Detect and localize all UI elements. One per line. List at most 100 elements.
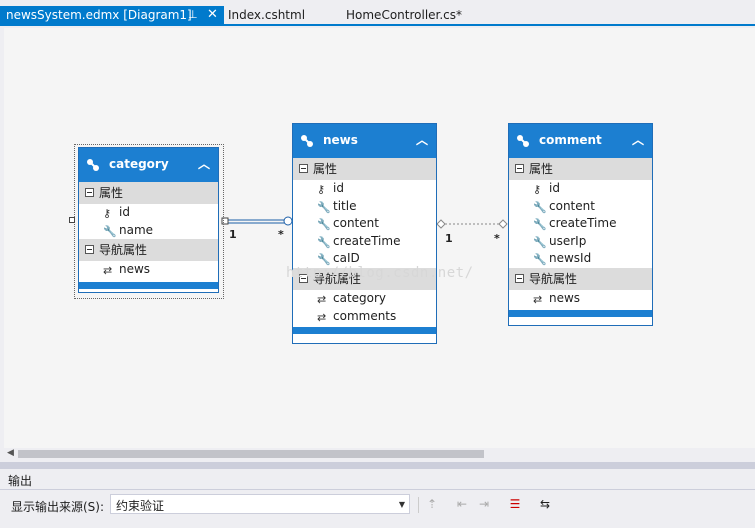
chevron-up-icon[interactable]: ︿ bbox=[632, 131, 644, 148]
scrollbar-thumb[interactable] bbox=[18, 450, 484, 458]
tab-newsSystem-edmx[interactable]: newsSystem.edmx [Diagram1] ⊥ ✕ bbox=[0, 6, 224, 24]
properties-section-header[interactable]: 属性 bbox=[79, 182, 218, 204]
output-source-select[interactable]: 约束验证 ▼ bbox=[110, 494, 410, 514]
section-label: 属性 bbox=[529, 162, 554, 176]
entity-footer bbox=[509, 309, 652, 317]
multiplicity-label: 1 bbox=[445, 232, 453, 245]
watermark: http://blog.csdn.net/ bbox=[286, 265, 474, 281]
wrench-icon: 🔧 bbox=[533, 253, 547, 267]
resize-handle[interactable] bbox=[69, 217, 75, 223]
diagram-canvas[interactable]: 1 * 1 * category ︿ 属性 ⚷ id 🔧 name 导航属性 ⇄ ne… bbox=[4, 28, 755, 460]
property-label: caID bbox=[333, 251, 360, 266]
find-message-icon[interactable]: ⇡ bbox=[424, 496, 440, 512]
tab-label: HomeController.cs* bbox=[346, 8, 463, 22]
wrench-icon: 🔧 bbox=[533, 200, 547, 214]
close-icon[interactable]: ✕ bbox=[207, 6, 218, 24]
scroll-left-icon[interactable]: ◀ bbox=[7, 448, 14, 458]
tab-underline bbox=[0, 24, 755, 26]
association-end-handle[interactable] bbox=[283, 216, 293, 226]
collapse-toggle-icon[interactable] bbox=[515, 164, 524, 173]
clear-all-icon[interactable]: ☰ bbox=[507, 496, 523, 512]
property-userIp[interactable]: 🔧 userIp bbox=[509, 233, 652, 251]
section-label: 属性 bbox=[313, 162, 338, 176]
navigation-property-icon: ⇄ bbox=[317, 292, 327, 306]
entity-category[interactable]: category ︿ 属性 ⚷ id 🔧 name 导航属性 ⇄ news bbox=[78, 147, 219, 293]
property-newsId[interactable]: 🔧 newsId bbox=[509, 250, 652, 268]
chevron-down-icon[interactable]: ▼ bbox=[399, 500, 405, 509]
toolbar-separator bbox=[418, 497, 419, 513]
entity-title: news bbox=[323, 133, 358, 147]
previous-message-icon[interactable]: ⇤ bbox=[454, 496, 470, 512]
property-createTime[interactable]: 🔧 createTime bbox=[293, 233, 436, 251]
entity-header[interactable]: comment ︿ bbox=[509, 124, 652, 158]
property-label: content bbox=[549, 198, 595, 213]
multiplicity-label: * bbox=[278, 228, 284, 241]
entity-title: comment bbox=[539, 133, 602, 147]
association-diamond-end bbox=[498, 219, 508, 229]
property-label: comments bbox=[333, 308, 397, 323]
property-label: userIp bbox=[549, 233, 587, 248]
section-label: 导航属性 bbox=[529, 271, 578, 286]
navigation-property-icon: ⇄ bbox=[533, 292, 543, 306]
property-name[interactable]: 🔧 name bbox=[79, 222, 218, 240]
document-tab-strip: newsSystem.edmx [Diagram1] ⊥ ✕ Index.csh… bbox=[0, 0, 755, 26]
wrench-icon: 🔧 bbox=[533, 218, 547, 232]
tab-label: newsSystem.edmx [Diagram1] bbox=[6, 8, 192, 22]
output-panel-title: 输出 bbox=[8, 474, 33, 488]
association-diamond-start bbox=[436, 219, 446, 229]
navigation-section-header[interactable]: 导航属性 bbox=[79, 239, 218, 262]
panel-splitter[interactable] bbox=[0, 462, 755, 469]
chevron-up-icon[interactable]: ︿ bbox=[198, 155, 210, 172]
pin-icon[interactable]: ⊥ bbox=[188, 6, 198, 24]
entity-header[interactable]: news ︿ bbox=[293, 124, 436, 158]
section-label: 属性 bbox=[99, 186, 124, 200]
entity-footer bbox=[79, 281, 218, 289]
wrench-icon: 🔧 bbox=[533, 235, 547, 249]
navigation-property-icon: ⇄ bbox=[317, 310, 327, 324]
nav-property-comments[interactable]: ⇄ comments bbox=[293, 308, 436, 326]
property-createTime[interactable]: 🔧 createTime bbox=[509, 215, 652, 233]
output-source-label: 显示输出来源(S): bbox=[11, 500, 105, 514]
property-label: name bbox=[119, 222, 154, 237]
collapse-toggle-icon[interactable] bbox=[85, 188, 94, 197]
property-title[interactable]: 🔧 title bbox=[293, 198, 436, 216]
collapse-toggle-icon[interactable] bbox=[515, 273, 524, 283]
property-id[interactable]: ⚷ id bbox=[293, 180, 436, 198]
properties-section-header[interactable]: 属性 bbox=[509, 158, 652, 180]
collapse-toggle-icon[interactable] bbox=[85, 245, 94, 255]
section-label: 导航属性 bbox=[99, 243, 148, 258]
tab-homecontroller-cs[interactable]: HomeController.cs* bbox=[340, 6, 468, 24]
output-source-value: 约束验证 bbox=[116, 499, 165, 513]
navigation-section-header[interactable]: 导航属性 bbox=[509, 267, 652, 290]
entity-icon bbox=[517, 135, 529, 147]
nav-property-news[interactable]: ⇄ news bbox=[509, 290, 652, 308]
wrench-icon: 🔧 bbox=[317, 218, 331, 232]
property-label: newsId bbox=[549, 251, 592, 266]
entity-comment[interactable]: comment ︿ 属性 ⚷ id 🔧 content 🔧 createTime 🔧 u… bbox=[508, 123, 653, 326]
multiplicity-label: * bbox=[494, 232, 500, 245]
chevron-up-icon[interactable]: ︿ bbox=[416, 131, 428, 148]
properties-section-header[interactable]: 属性 bbox=[293, 158, 436, 180]
entity-header[interactable]: category ︿ bbox=[79, 148, 218, 182]
navigation-property-icon: ⇄ bbox=[103, 264, 113, 278]
property-content[interactable]: 🔧 content bbox=[293, 215, 436, 233]
property-label: createTime bbox=[333, 233, 401, 248]
tab-label: Index.cshtml bbox=[228, 8, 306, 22]
property-label: title bbox=[333, 198, 357, 213]
key-icon: ⚷ bbox=[317, 183, 326, 196]
entity-news[interactable]: news ︿ 属性 ⚷ id 🔧 title 🔧 content 🔧 createTim… bbox=[292, 123, 437, 344]
collapse-toggle-icon[interactable] bbox=[299, 164, 308, 173]
property-id[interactable]: ⚷ id bbox=[79, 204, 218, 222]
word-wrap-icon[interactable]: ⇆ bbox=[537, 496, 553, 512]
property-content[interactable]: 🔧 content bbox=[509, 198, 652, 216]
next-message-icon[interactable]: ⇥ bbox=[476, 496, 492, 512]
property-label: id bbox=[549, 181, 560, 195]
tab-index-cshtml[interactable]: Index.cshtml bbox=[222, 6, 311, 24]
nav-property-news[interactable]: ⇄ news bbox=[79, 261, 218, 279]
nav-property-category[interactable]: ⇄ category bbox=[293, 290, 436, 308]
property-id[interactable]: ⚷ id bbox=[509, 180, 652, 198]
property-label: content bbox=[333, 216, 379, 231]
horizontal-scrollbar[interactable]: ◀ bbox=[4, 448, 755, 460]
entity-footer bbox=[293, 327, 436, 335]
property-label: news bbox=[119, 262, 151, 277]
